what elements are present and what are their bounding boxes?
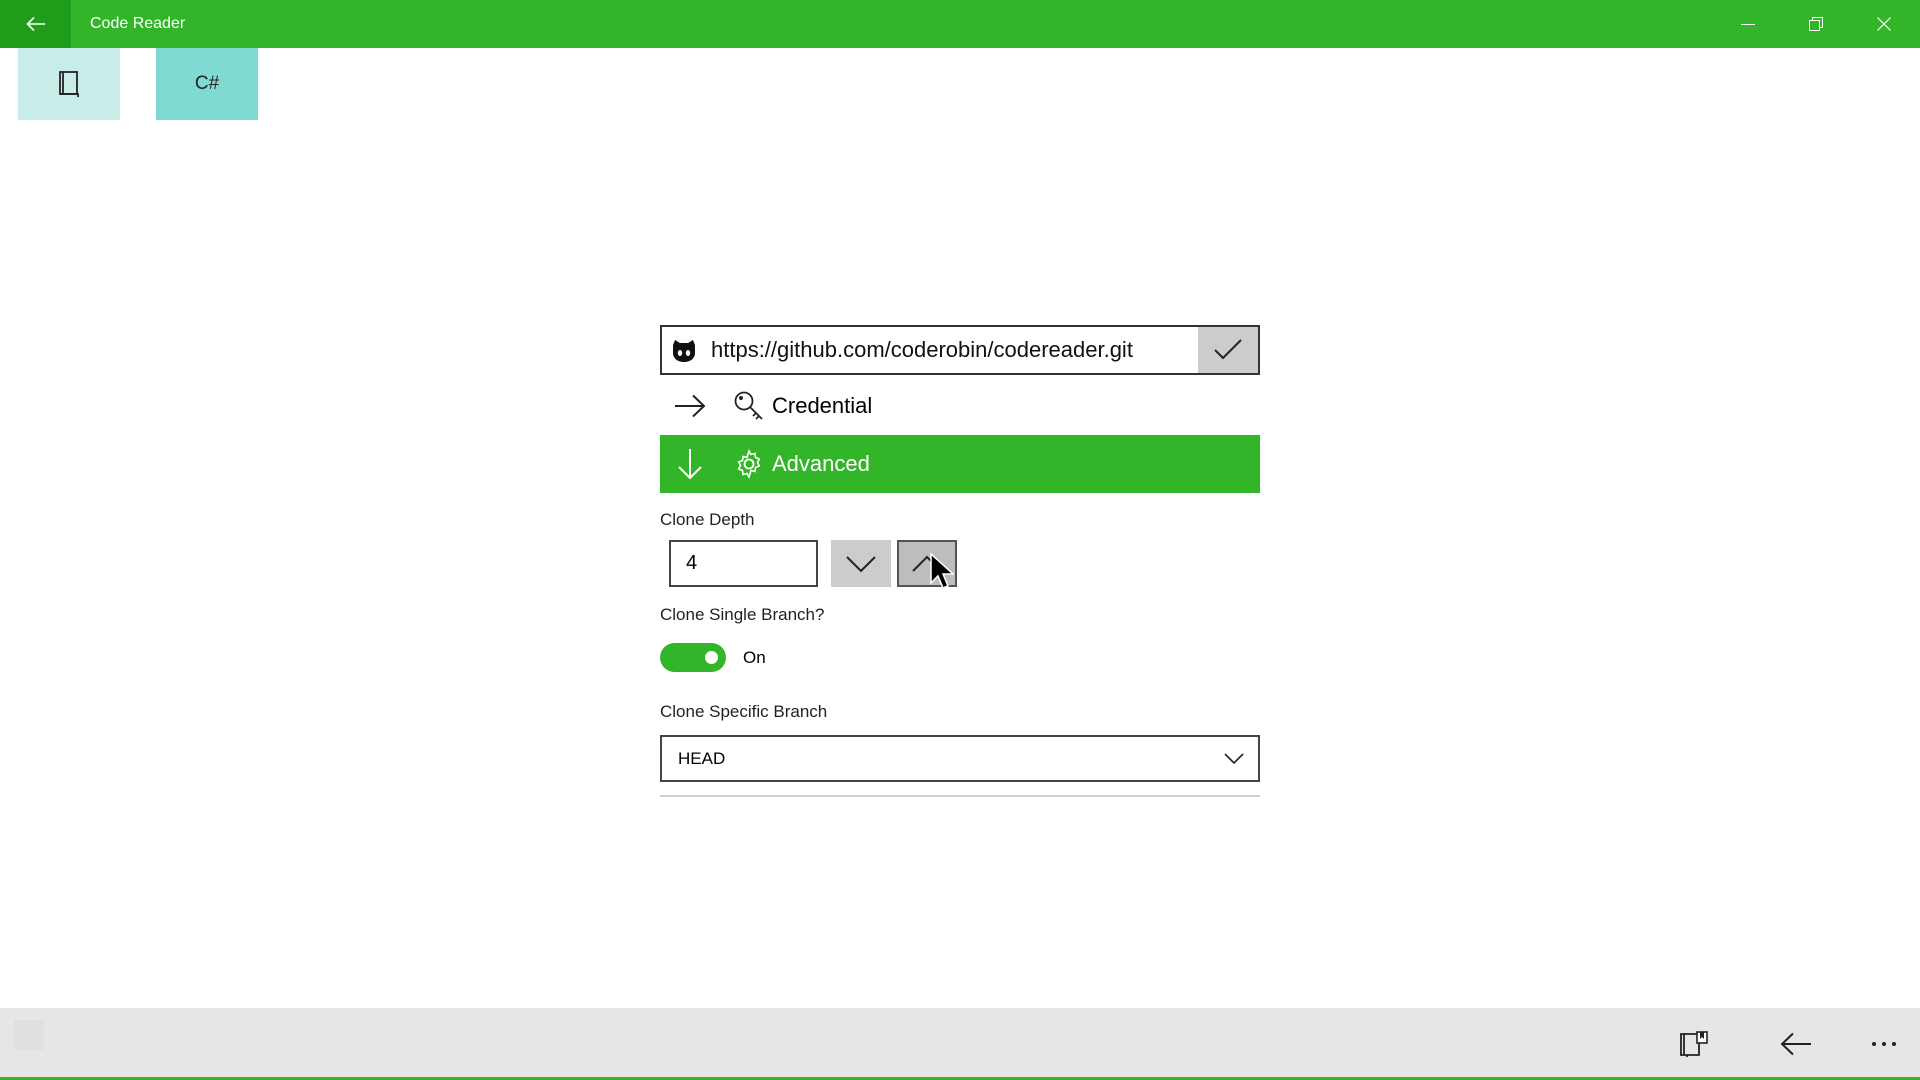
chevron-down-icon [1222,737,1246,780]
advanced-label: Advanced [772,451,870,476]
toggle-knob [705,651,718,664]
branch-select-value: HEAD [678,749,726,768]
app-bar [0,1008,1920,1080]
back-arrow-icon [25,16,45,32]
credential-section-header[interactable]: Credential [660,377,1260,435]
single-branch-state: On [743,648,766,667]
window-title: Code Reader [90,15,186,32]
repository-url-text[interactable]: https://github.com/coderobin/codereader.… [711,327,1133,373]
single-branch-toggle[interactable] [660,643,726,672]
title-bar: Code Reader [0,0,1920,48]
back-arrow-icon [1780,1032,1811,1056]
repository-bookmark-button[interactable] [1663,1008,1725,1080]
specific-branch-label: Clone Specific Branch [660,702,828,721]
app-bar-placeholder [14,1020,44,1050]
github-icon [670,337,698,365]
key-icon [732,377,766,435]
branch-select[interactable]: HEAD [660,735,1260,782]
navigate-back-button[interactable] [1765,1008,1827,1080]
book-icon [59,71,79,97]
restore-icon [1809,17,1823,31]
close-button[interactable] [1850,0,1918,48]
restore-button[interactable] [1782,0,1850,48]
chevron-up-icon [912,555,942,572]
confirm-url-button[interactable] [1198,327,1258,373]
clone-depth-label: Clone Depth [660,510,755,529]
more-icon [1872,1042,1896,1046]
credential-label: Credential [772,393,873,418]
repository-bookmark-icon [1680,1031,1708,1057]
repository-url-field[interactable]: https://github.com/coderobin/codereader.… [660,325,1260,375]
arrow-down-icon [670,435,710,493]
more-options-button[interactable] [1853,1008,1915,1080]
increase-depth-button[interactable] [897,540,957,587]
minimize-button[interactable] [1714,0,1782,48]
checkmark-icon [1214,339,1242,360]
decrease-depth-button[interactable] [831,540,891,587]
divider [660,795,1260,797]
title-back-button[interactable] [0,0,71,48]
minimize-icon [1741,24,1755,25]
chevron-down-icon [846,555,876,572]
close-icon [1877,17,1891,31]
single-branch-label: Clone Single Branch? [660,605,825,624]
tile-book[interactable] [18,48,120,120]
arrow-right-icon [670,377,710,435]
clone-depth-input[interactable]: 4 [669,540,818,587]
tile-csharp[interactable]: C# [156,48,258,120]
tile-csharp-label: C# [194,73,220,94]
gear-icon [732,435,766,493]
advanced-section-header[interactable]: Advanced [660,435,1260,493]
